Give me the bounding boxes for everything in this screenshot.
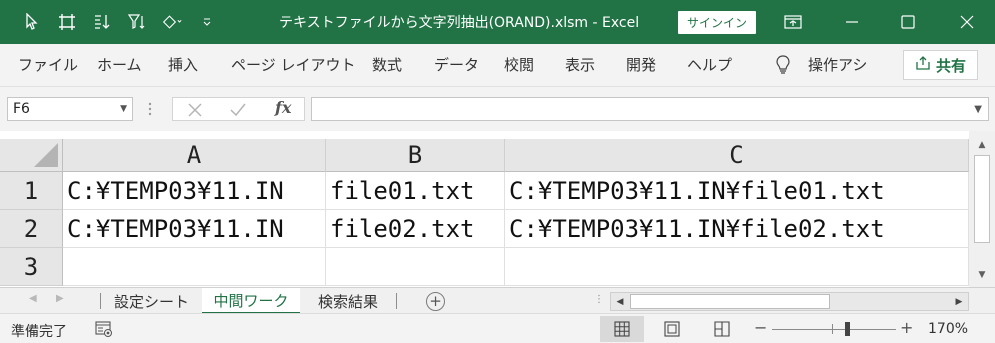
close-icon[interactable] (955, 10, 979, 34)
sort-icon[interactable] (92, 12, 112, 32)
worksheet-grid: A B C 1 C:¥TEMP03¥11.IN file01.txt C:¥TE… (0, 131, 995, 287)
zoom-level[interactable]: 170% (928, 321, 968, 337)
expand-formula-bar-icon[interactable]: ▼ (974, 104, 982, 115)
sheet-tab-settings[interactable]: 設定シート (104, 288, 199, 314)
macro-recording-icon[interactable] (95, 320, 113, 338)
cell-b1[interactable]: file01.txt (326, 172, 505, 210)
tab-split-grip-icon[interactable]: ⋮ (594, 294, 604, 305)
add-sheet-icon[interactable]: + (426, 292, 445, 311)
customize-qat-icon[interactable] (197, 12, 217, 32)
tab-view[interactable]: 表示 (565, 54, 595, 75)
tab-file[interactable]: ファイル (18, 54, 78, 75)
sheet-tab-search-results[interactable]: 検索結果 (303, 288, 393, 314)
zoom-slider[interactable] (772, 329, 896, 330)
cell-c1[interactable]: C:¥TEMP03¥11.IN¥file01.txt (505, 172, 969, 210)
row-header-1[interactable]: 1 (0, 172, 63, 210)
column-header-c[interactable]: C (505, 139, 969, 172)
minimize-icon[interactable] (840, 10, 864, 34)
share-icon (915, 55, 931, 75)
sheet-tab-intermediate-work[interactable]: 中間ワーク (202, 288, 300, 314)
previous-sheet-icon[interactable]: ◀ (29, 293, 37, 304)
select-all-button[interactable] (0, 139, 63, 172)
row-header-2[interactable]: 2 (0, 210, 63, 248)
shapes-icon[interactable] (162, 12, 182, 32)
formula-bar-grip-icon[interactable] (148, 101, 152, 117)
column-header-b[interactable]: B (326, 139, 505, 172)
table-icon[interactable] (57, 12, 77, 32)
normal-view-icon[interactable] (600, 316, 644, 342)
sign-in-button[interactable]: サインイン (678, 11, 756, 34)
title-bar: テキストファイルから文字列抽出(ORAND).xlsm - Excel サインイ… (0, 0, 995, 44)
cell-b2[interactable]: file02.txt (326, 210, 505, 248)
scroll-down-icon[interactable]: ▼ (974, 267, 990, 283)
tab-help[interactable]: ヘルプ (687, 54, 732, 75)
cell-a2[interactable]: C:¥TEMP03¥11.IN (63, 210, 326, 248)
name-box[interactable]: F6 ▼ (7, 97, 133, 121)
status-text: 準備完了 (11, 324, 67, 340)
maximize-icon[interactable] (896, 10, 920, 34)
ribbon-tab-bar: ファイル ホーム 挿入 ページ レイアウト 数式 データ 校閲 表示 開発 ヘル… (0, 44, 995, 87)
tab-home[interactable]: ホーム (97, 54, 142, 75)
tab-insert[interactable]: 挿入 (168, 54, 198, 75)
formula-input[interactable]: ▼ (311, 97, 989, 121)
chevron-down-icon[interactable]: ▼ (120, 98, 127, 120)
column-header-a[interactable]: A (63, 139, 326, 172)
tab-developer[interactable]: 開発 (626, 54, 656, 75)
insert-function-icon[interactable]: fx (275, 98, 291, 117)
formula-bar: F6 ▼ fx ▼ (0, 87, 995, 131)
quick-access-toolbar (22, 10, 217, 34)
zoom-slider-thumb[interactable] (845, 322, 850, 336)
name-box-value: F6 (13, 101, 30, 117)
status-bar: 準備完了 − + 170% (0, 313, 995, 343)
vertical-scrollbar[interactable]: ▲ ▼ (969, 131, 995, 287)
sheet-tab-bar: ◀ ▶ 設定シート 中間ワーク 検索結果 + ⋮ ◀ ▶ (0, 287, 995, 314)
formula-buttons: fx (172, 97, 305, 121)
cell-a1[interactable]: C:¥TEMP03¥11.IN (63, 172, 326, 210)
scroll-left-icon[interactable]: ◀ (612, 293, 628, 310)
window-title: テキストファイルから文字列抽出(ORAND).xlsm - Excel (279, 15, 640, 31)
filter-icon[interactable] (127, 12, 147, 32)
page-layout-view-icon[interactable] (650, 316, 694, 342)
horizontal-scroll-thumb[interactable] (630, 294, 830, 309)
share-button[interactable]: 共有 (903, 50, 978, 80)
cell-a3[interactable] (63, 248, 326, 286)
horizontal-scrollbar[interactable]: ◀ ▶ (610, 292, 969, 311)
enter-icon[interactable] (229, 99, 247, 124)
tab-page-layout[interactable]: ページ レイアウト (231, 54, 355, 75)
touch-mode-icon[interactable] (22, 12, 42, 32)
tell-me-search[interactable]: 操作アシ (808, 54, 867, 75)
tab-data[interactable]: データ (434, 54, 479, 75)
share-label: 共有 (935, 56, 966, 75)
cancel-icon[interactable] (187, 99, 203, 124)
cell-b3[interactable] (326, 248, 505, 286)
zoom-out-icon[interactable]: − (754, 318, 767, 337)
scroll-up-icon[interactable]: ▲ (974, 137, 990, 153)
cell-c3[interactable] (505, 248, 969, 286)
row-header-3[interactable]: 3 (0, 248, 63, 286)
next-sheet-icon[interactable]: ▶ (56, 293, 64, 304)
scroll-right-icon[interactable]: ▶ (951, 293, 967, 310)
ribbon-display-icon[interactable] (781, 10, 805, 34)
cell-c2[interactable]: C:¥TEMP03¥11.IN¥file02.txt (505, 210, 969, 248)
page-break-preview-icon[interactable] (700, 316, 744, 342)
vertical-scroll-thumb[interactable] (974, 155, 990, 243)
tab-formulas[interactable]: 数式 (372, 54, 402, 75)
tab-review[interactable]: 校閲 (504, 54, 534, 75)
zoom-in-icon[interactable]: + (900, 318, 913, 337)
lightbulb-icon[interactable] (775, 54, 791, 78)
